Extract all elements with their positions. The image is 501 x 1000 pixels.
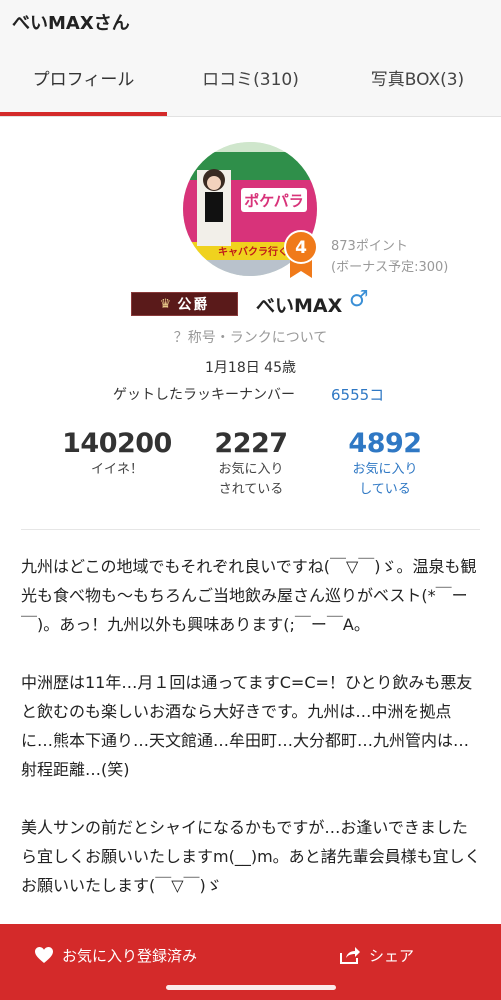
lucky-number-value[interactable]: 6555コ	[331, 384, 384, 405]
share-button-label: シェア	[369, 946, 415, 965]
bio-paragraph: 九州はどこの地域でもそれぞれ良いですね(￣▽￣)ゞ。温泉も観光も食べ物も〜もちろ…	[21, 557, 477, 634]
favorited-by-count: 2227	[214, 428, 288, 459]
favorited-by-label-line2: されている	[218, 482, 284, 497]
favoriting-count: 4892	[348, 428, 422, 459]
tab-profile[interactable]: プロフィール	[0, 44, 167, 116]
favorited-by-label: お気に入り されている	[196, 460, 306, 500]
share-icon	[340, 947, 360, 964]
favoriting-label-line1: お気に入り	[352, 462, 418, 477]
favoriting-label-line2: している	[359, 482, 411, 497]
username: べいMAX	[256, 295, 343, 317]
favoriting-label: お気に入り している	[330, 460, 440, 500]
favorited-by-label-line1: お気に入り	[218, 462, 284, 477]
active-tab-indicator	[0, 112, 167, 116]
profile-bio: 九州はどこの地域でもそれぞれ良いですね(￣▽￣)ゞ。温泉も観光も食べ物も〜もちろ…	[21, 552, 481, 929]
stat-favorited-by[interactable]: 2227 お気に入り されている	[196, 428, 306, 500]
header: べいMAXさん	[0, 0, 501, 44]
bio-paragraph: 中洲歴は11年…月１回は通ってますC=C=！ひとり飲みも悪友と飲むのも楽しいお酒…	[21, 673, 473, 779]
points-value: 873ポイント	[331, 239, 408, 254]
title-badge-text: 公爵	[177, 297, 210, 313]
likes-count: 140200	[62, 428, 172, 459]
stat-likes: 140200 イイネ！	[55, 428, 179, 480]
tab-reviews[interactable]: ロコミ(310)	[167, 44, 334, 116]
divider	[21, 529, 480, 530]
tab-photo-box[interactable]: 写真BOX(3)	[334, 44, 501, 116]
birthday-age: 1月18日 45歳	[205, 360, 296, 376]
rank-info-link[interactable]: ？称号・ランクについて	[0, 327, 501, 347]
tab-bar: プロフィール ロコミ(310) 写真BOX(3)	[0, 44, 501, 117]
stat-favoriting[interactable]: 4892 お気に入り している	[330, 428, 440, 500]
avatar-sign-text: ポケパラ	[244, 192, 303, 210]
lucky-number-label: ゲットしたラッキーナンバー	[113, 387, 295, 403]
page-title: べいMAXさん	[12, 13, 130, 34]
bottom-action-bar: お気に入り登録済み シェア	[0, 924, 501, 1000]
bio-paragraph: 美人サンの前だとシャイになるかもですが…お逢いできましたら宜しくお願いいたします…	[21, 818, 481, 895]
rank-badge-number: 4	[295, 238, 307, 258]
male-icon: ♂	[349, 287, 369, 312]
points-info: 873ポイント (ボーナス予定:300)	[331, 236, 448, 278]
bonus-points: (ボーナス予定:300)	[331, 260, 449, 275]
likes-label: イイネ！	[90, 462, 143, 477]
crown-icon: ♛	[159, 296, 174, 312]
favorite-button-label: お気に入り登録済み	[62, 946, 198, 965]
favorite-button[interactable]: お気に入り登録済み	[34, 924, 197, 986]
share-button[interactable]: シェア	[339, 924, 414, 986]
title-badge: ♛ 公爵	[131, 292, 238, 316]
rank-badge-icon: 4	[284, 230, 318, 278]
heart-icon	[35, 947, 53, 963]
home-indicator	[166, 985, 336, 990]
